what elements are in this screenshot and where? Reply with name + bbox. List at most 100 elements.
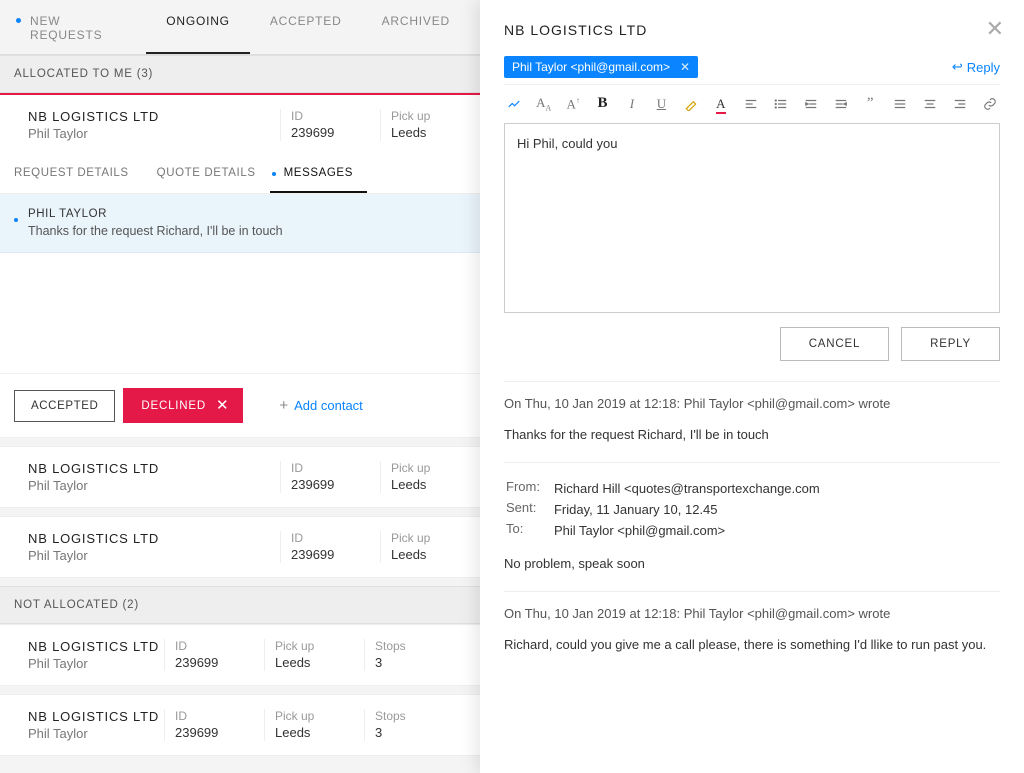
id-label: ID — [175, 709, 254, 723]
quote-icon[interactable]: ” — [863, 95, 878, 112]
id-value: 239699 — [291, 547, 370, 562]
subtab-request-details[interactable]: REQUEST DETAILS — [0, 155, 143, 193]
indent-left-icon[interactable] — [803, 97, 819, 111]
sent-label: Sent: — [506, 500, 552, 519]
stops-label: Stops — [375, 709, 424, 723]
message-editor[interactable]: Hi Phil, could you — [504, 123, 1000, 313]
pickup-value: Leeds — [275, 655, 354, 670]
reply-link[interactable]: ↩ Reply — [952, 59, 1000, 75]
contact-name: Phil Taylor — [28, 726, 164, 741]
card-header-row[interactable]: NB LOGISTICS LTD Phil Taylor ID 239699 P… — [0, 95, 480, 155]
message-text: Thanks for the request Richard, I'll be … — [28, 224, 462, 238]
align-center-icon[interactable] — [922, 97, 938, 111]
panel-title: NB LOGISTICS LTD — [504, 22, 1000, 38]
font-size-up-icon[interactable]: A↑ — [565, 96, 580, 112]
list-item[interactable]: NB LOGISTICS LTD Phil Taylor ID 239699 P… — [0, 516, 480, 578]
tab-new-requests[interactable]: NEW REQUESTS — [10, 0, 146, 54]
indent-right-icon[interactable] — [833, 97, 849, 111]
main-tabs: NEW REQUESTS ONGOING ACCEPTED ARCHIVED — [0, 0, 480, 55]
list-item[interactable]: NB LOGISTICS LTD Phil Taylor ID 239699 P… — [0, 624, 480, 686]
contact-name: Phil Taylor — [28, 478, 280, 493]
bold-icon[interactable]: B — [595, 95, 610, 112]
add-contact-link[interactable]: + Add contact — [279, 397, 362, 414]
action-row: ACCEPTED DECLINED ✕ + Add contact — [0, 373, 480, 437]
add-contact-label: Add contact — [294, 398, 363, 413]
subtab-label: MESSAGES — [284, 167, 353, 179]
stops-label: Stops — [375, 639, 424, 653]
id-value: 239699 — [175, 655, 254, 670]
pickup-label: Pick up — [391, 461, 470, 475]
to-value: Phil Taylor <phil@gmail.com> — [554, 521, 820, 540]
thread-body: Thanks for the request Richard, I'll be … — [504, 427, 1000, 442]
reply-label: Reply — [967, 60, 1000, 75]
declined-button[interactable]: DECLINED ✕ — [123, 388, 243, 423]
pickup-col: Pick up Leeds — [380, 109, 480, 141]
pickup-label: Pick up — [391, 531, 470, 545]
align-right-icon[interactable] — [952, 97, 968, 111]
tab-ongoing[interactable]: ONGOING — [146, 0, 250, 54]
recipient-chip: Phil Taylor <phil@gmail.com> ✕ — [504, 56, 698, 78]
list-icon[interactable] — [773, 97, 789, 111]
draft-text: Hi Phil, could you — [517, 136, 617, 151]
thread-body: Richard, could you give me a call please… — [504, 637, 1000, 652]
highlight-icon[interactable] — [683, 97, 699, 111]
company-name: NB LOGISTICS LTD — [28, 531, 280, 546]
chip-label: Phil Taylor <phil@gmail.com> — [512, 60, 670, 74]
tab-archived[interactable]: ARCHIVED — [362, 0, 470, 54]
id-label: ID — [291, 461, 370, 475]
stops-value: 3 — [375, 655, 424, 670]
company-name: NB LOGISTICS LTD — [28, 639, 164, 654]
divider — [504, 591, 1000, 592]
id-label: ID — [291, 109, 370, 123]
message-panel: NB LOGISTICS LTD ✕ Phil Taylor <phil@gma… — [480, 0, 1024, 773]
message-preview[interactable]: PHIL TAYLOR Thanks for the request Richa… — [0, 194, 480, 253]
id-col: ID 239699 — [280, 109, 380, 141]
selected-card: NB LOGISTICS LTD Phil Taylor ID 239699 P… — [0, 93, 480, 438]
accepted-button[interactable]: ACCEPTED — [14, 390, 115, 422]
tab-label: NEW REQUESTS — [30, 14, 102, 42]
pickup-label: Pick up — [391, 109, 470, 123]
close-icon[interactable]: ✕ — [986, 18, 1004, 40]
sent-value: Friday, 11 January 10, 12.45 — [554, 500, 820, 519]
list-item[interactable]: NB LOGISTICS LTD Phil Taylor ID 239699 P… — [0, 446, 480, 508]
text-color-icon[interactable]: A — [713, 96, 728, 112]
sub-tabs: REQUEST DETAILS QUOTE DETAILS MESSAGES — [0, 155, 480, 194]
font-size-icon[interactable]: AA — [536, 95, 551, 113]
align-left-icon[interactable] — [743, 97, 759, 111]
reply-button[interactable]: REPLY — [901, 327, 1000, 361]
declined-label: DECLINED — [141, 400, 206, 412]
paint-icon[interactable] — [506, 97, 522, 111]
to-label: To: — [506, 521, 552, 540]
plus-icon: + — [279, 397, 288, 414]
link-icon[interactable] — [982, 97, 998, 111]
thread-meta: On Thu, 10 Jan 2019 at 12:18: Phil Taylo… — [504, 606, 1000, 621]
unread-dot-icon — [16, 18, 21, 23]
tab-label: ARCHIVED — [382, 14, 450, 28]
list-item[interactable]: NB LOGISTICS LTD Phil Taylor ID 239699 P… — [0, 694, 480, 756]
thread-meta: On Thu, 10 Jan 2019 at 12:18: Phil Taylo… — [504, 396, 1000, 411]
italic-icon[interactable]: I — [624, 96, 639, 112]
tab-accepted[interactable]: ACCEPTED — [250, 0, 362, 54]
from-label: From: — [506, 479, 552, 498]
subtab-quote-details[interactable]: QUOTE DETAILS — [143, 155, 270, 193]
tab-label: ACCEPTED — [270, 14, 342, 28]
pickup-label: Pick up — [275, 709, 354, 723]
pickup-value: Leeds — [391, 125, 470, 140]
subtab-messages[interactable]: MESSAGES — [270, 155, 367, 193]
remove-chip-icon[interactable]: ✕ — [680, 60, 690, 74]
id-label: ID — [175, 639, 254, 653]
id-value: 239699 — [291, 477, 370, 492]
recipients-row: Phil Taylor <phil@gmail.com> ✕ ↩ Reply — [504, 50, 1000, 85]
divider — [504, 381, 1000, 382]
section-allocated[interactable]: ALLOCATED TO ME (3) — [0, 55, 480, 93]
pickup-value: Leeds — [391, 477, 470, 492]
company-block: NB LOGISTICS LTD Phil Taylor — [14, 109, 280, 141]
cancel-button[interactable]: CANCEL — [780, 327, 889, 361]
tab-label: ONGOING — [166, 14, 230, 28]
close-icon: ✕ — [216, 398, 229, 413]
reply-arrow-icon: ↩ — [952, 59, 963, 75]
align-justify-icon[interactable] — [892, 97, 908, 111]
underline-icon[interactable]: U — [654, 96, 669, 112]
divider — [504, 462, 1000, 463]
section-not-allocated[interactable]: NOT ALLOCATED (2) — [0, 586, 480, 624]
